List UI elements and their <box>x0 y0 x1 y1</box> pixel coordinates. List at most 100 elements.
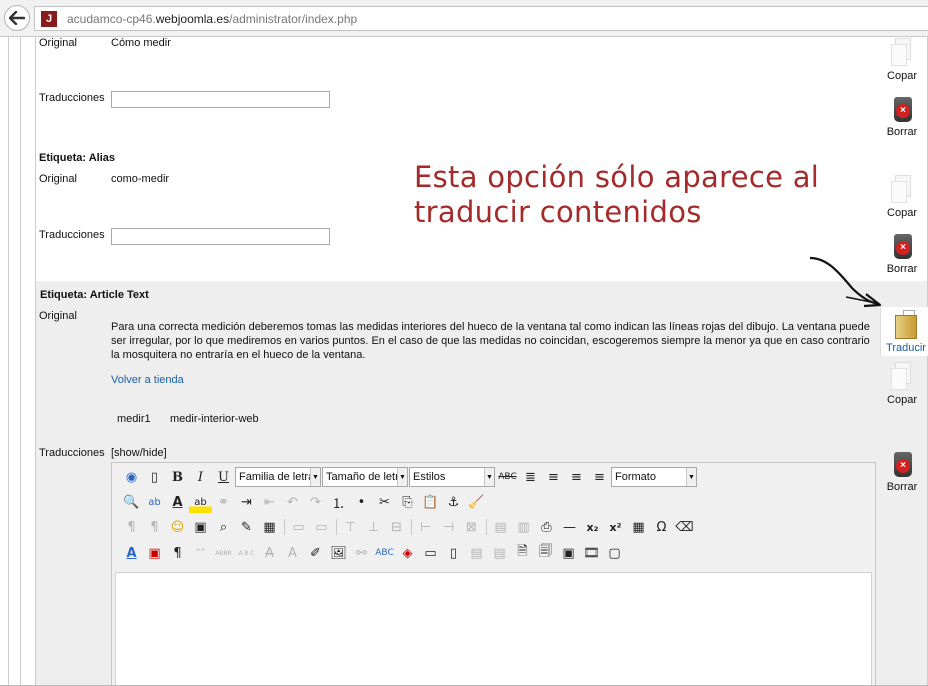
spellcheck-icon[interactable]: ABC <box>373 542 396 564</box>
numbered-list-icon[interactable]: ⒈ <box>327 491 350 513</box>
print-icon[interactable]: ⎙ <box>535 516 558 538</box>
emoticon-icon[interactable]: ☺ <box>166 516 189 538</box>
file-icon[interactable]: 🗎 <box>511 542 534 564</box>
copy-button[interactable]: Copar <box>880 38 924 82</box>
font-size-select[interactable]: Tamaño de letra ▼ <box>322 467 408 487</box>
highlight-color-icon[interactable]: ab <box>189 491 212 513</box>
format-select[interactable]: Formato ▼ <box>611 467 697 487</box>
alias-translation-input[interactable] <box>111 228 330 245</box>
underline-button[interactable]: U <box>212 466 235 488</box>
redo-icon[interactable]: ↷ <box>304 491 327 513</box>
document-icon[interactable]: 🗐 <box>534 542 557 564</box>
abbr-icon[interactable]: ABBR <box>212 542 235 564</box>
delete-col-icon[interactable]: ⊠ <box>460 516 483 538</box>
preview-icon[interactable]: ⌕ <box>212 516 235 538</box>
replace-icon[interactable]: ab <box>143 491 166 513</box>
table-cell-props-icon[interactable]: ▭ <box>310 516 333 538</box>
bold-button[interactable]: B <box>166 466 189 488</box>
rtl-icon[interactable]: ¶ <box>143 516 166 538</box>
cite-icon[interactable]: “” <box>189 542 212 564</box>
photo-icon[interactable]: ▣ <box>557 542 580 564</box>
copy-text-icon[interactable]: ⎘ <box>396 491 419 513</box>
delete-button[interactable]: × Borrar <box>880 449 924 493</box>
horizontal-rule-icon[interactable]: — <box>558 516 581 538</box>
insert-row-before-icon[interactable]: ⊤ <box>339 516 362 538</box>
delete-button[interactable]: × Borrar <box>880 94 924 138</box>
columns-icon[interactable]: ▯ <box>442 542 465 564</box>
template-icon[interactable]: ◈ <box>396 542 419 564</box>
outdent-icon[interactable]: ⇤ <box>258 491 281 513</box>
align-right-icon[interactable]: ≡ <box>588 466 611 488</box>
editor-toolbar-row-1: ◉ ▯ B I U Familia de letra ▼ Tamaño de le… <box>120 465 698 489</box>
article-original-text: Para una correcta medición deberemos tom… <box>111 321 870 361</box>
indent-icon[interactable]: ⇥ <box>235 491 258 513</box>
paste-icon[interactable]: 📋 <box>419 491 442 513</box>
copy-button-label: Copar <box>887 394 917 406</box>
help-icon[interactable]: ◉ <box>120 466 143 488</box>
show-hide-toggle[interactable]: [show/hide] <box>111 447 167 459</box>
cut-icon[interactable]: ✂ <box>373 491 396 513</box>
chevron-down-icon: ▼ <box>310 468 320 486</box>
strikethrough-icon[interactable]: ABC <box>496 466 519 488</box>
merge-cells-icon[interactable]: ▥ <box>512 516 535 538</box>
show-blocks-icon[interactable]: ¶ <box>166 542 189 564</box>
remove-format-icon[interactable]: ⌫ <box>673 516 696 538</box>
delete-row-icon[interactable]: ⊟ <box>385 516 408 538</box>
find-icon[interactable]: 🔍 <box>120 491 143 513</box>
insert-layer-icon[interactable]: ▤ <box>465 542 488 564</box>
translate-button[interactable]: Traducir <box>884 310 928 354</box>
ins-icon[interactable]: A <box>281 542 304 564</box>
tag-medir1: medir1 <box>117 413 151 425</box>
styles-select[interactable]: Estilos ▼ <box>409 467 495 487</box>
align-justify-icon[interactable]: ≣ <box>519 466 542 488</box>
ltr-icon[interactable]: ¶ <box>120 516 143 538</box>
undo-icon[interactable]: ↶ <box>281 491 304 513</box>
text-color-icon[interactable]: A <box>166 491 189 513</box>
visual-aid-icon[interactable]: ▢ <box>603 542 626 564</box>
del-icon[interactable]: A <box>258 542 281 564</box>
attributes-icon[interactable]: ✐ <box>304 542 327 564</box>
italic-button[interactable]: I <box>189 466 212 488</box>
title-translation-input[interactable] <box>111 91 330 108</box>
left-frame <box>0 37 36 686</box>
layer-icon[interactable]: ▭ <box>419 542 442 564</box>
insert-col-after-icon[interactable]: ⊣ <box>437 516 460 538</box>
cleanup-icon[interactable]: 🧹 <box>465 491 488 513</box>
media-icon[interactable]: ▣ <box>189 516 212 538</box>
bullet-list-icon[interactable]: • <box>350 491 373 513</box>
video-icon[interactable]: 🎞 <box>580 542 603 564</box>
insert-row-after-icon[interactable]: ⊥ <box>362 516 385 538</box>
edit-image-icon[interactable]: ✎ <box>235 516 258 538</box>
insert-col-before-icon[interactable]: ⊢ <box>414 516 437 538</box>
special-char-icon[interactable]: Ω <box>650 516 673 538</box>
align-left-icon[interactable]: ≡ <box>565 466 588 488</box>
link-icon[interactable]: ⚯ <box>350 542 373 564</box>
new-document-icon[interactable]: ▯ <box>143 466 166 488</box>
delete-button[interactable]: × Borrar <box>880 231 924 275</box>
styleprops-icon[interactable]: A <box>120 542 143 564</box>
split-cells-icon[interactable]: ▤ <box>489 516 512 538</box>
unlink-icon[interactable]: ⚭ <box>212 491 235 513</box>
address-bar[interactable]: J acudamco-cp46.webjoomla.es/administrat… <box>34 6 928 31</box>
font-family-select[interactable]: Familia de letra ▼ <box>235 467 321 487</box>
align-center-icon[interactable]: ≡ <box>542 466 565 488</box>
image-icon[interactable]: 🖼 <box>327 542 350 564</box>
back-button[interactable] <box>4 5 30 31</box>
subscript-icon[interactable]: x₂ <box>581 516 604 538</box>
copy-button[interactable]: Copar <box>880 175 924 219</box>
editor-content-area[interactable] <box>115 572 872 686</box>
acronym-icon[interactable]: A.B.C <box>235 542 258 564</box>
back-to-shop-link[interactable]: Volver a tienda <box>111 374 184 386</box>
non-breaking-icon[interactable]: ▣ <box>143 542 166 564</box>
tag-medir-interior-web: medir-interior-web <box>170 413 259 425</box>
editor-toolbar-row-3: ¶ ¶ ☺ ▣ ⌕ ✎ ▦ ▭ ▭ ⊤ ⊥ ⊟ ⊢ ⊣ ⊠ ▤ ▥ ⎙ — x₂… <box>120 515 696 539</box>
original-label: Original <box>39 37 77 49</box>
table-icon[interactable]: ▦ <box>627 516 650 538</box>
anchor-icon[interactable]: ⚓ <box>442 491 465 513</box>
annotation-text: Esta opción sólo aparece al traducir con… <box>414 160 819 230</box>
insert-date-icon[interactable]: ▦ <box>258 516 281 538</box>
copy-button[interactable]: Copar <box>880 362 924 406</box>
superscript-icon[interactable]: x² <box>604 516 627 538</box>
table-row-props-icon[interactable]: ▭ <box>287 516 310 538</box>
move-layer-icon[interactable]: ▤ <box>488 542 511 564</box>
